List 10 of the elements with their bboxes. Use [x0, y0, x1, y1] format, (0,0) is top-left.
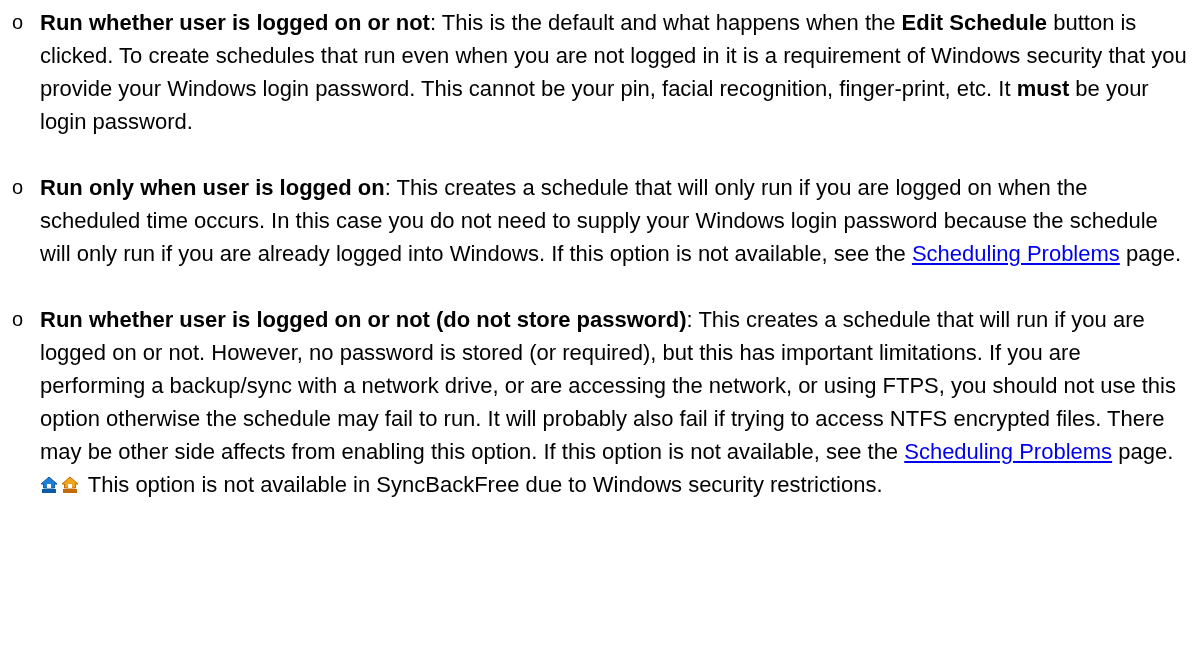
help-link[interactable]: Scheduling Problems [911, 241, 1120, 266]
house-icon [40, 476, 58, 494]
option-description: Run whether user is logged on or not: This is the default and what happens when the Edit Schedule button is clicked. To create schedules that run even when you are not logged in it is a requirement of Windows security that you provide your Windows login password. This cannot be your pin, facial recognition, finger-print, etc. It must be your login password. [40, 9, 1188, 136]
list-bullet: o [12, 307, 25, 332]
help-link[interactable]: Scheduling Problems [904, 439, 1113, 464]
option-description: Run whether user is logged on or not (do not store password): This creates a schedule that will run if you are logged on or not. However, no password is stored (or required), but this has important limitations. If you are performing a backup/sync with a network drive, or are accessing the network, or using FTPS, you should not use this option otherwise the schedule may fail to run. It will probably also fail if trying to access NTFS encrypted files. There may be other side affects from enabling this option. If this option is not available, see the Scheduling Problems page. This option is not available in SyncBackFree due to Windows security restrictions. [40, 306, 1177, 499]
house-icon [61, 476, 79, 494]
option-description: Run only when user is logged on: This creates a schedule that will only run if you are logged on when the scheduled time occurs. In this case you do not need to supply your Windows login password because the schedule will only run if you are already logged into Windows. If this option is not available, see the Scheduling Problems page. [40, 174, 1182, 268]
list-bullet: o [12, 175, 25, 200]
list-bullet: o [12, 10, 25, 35]
